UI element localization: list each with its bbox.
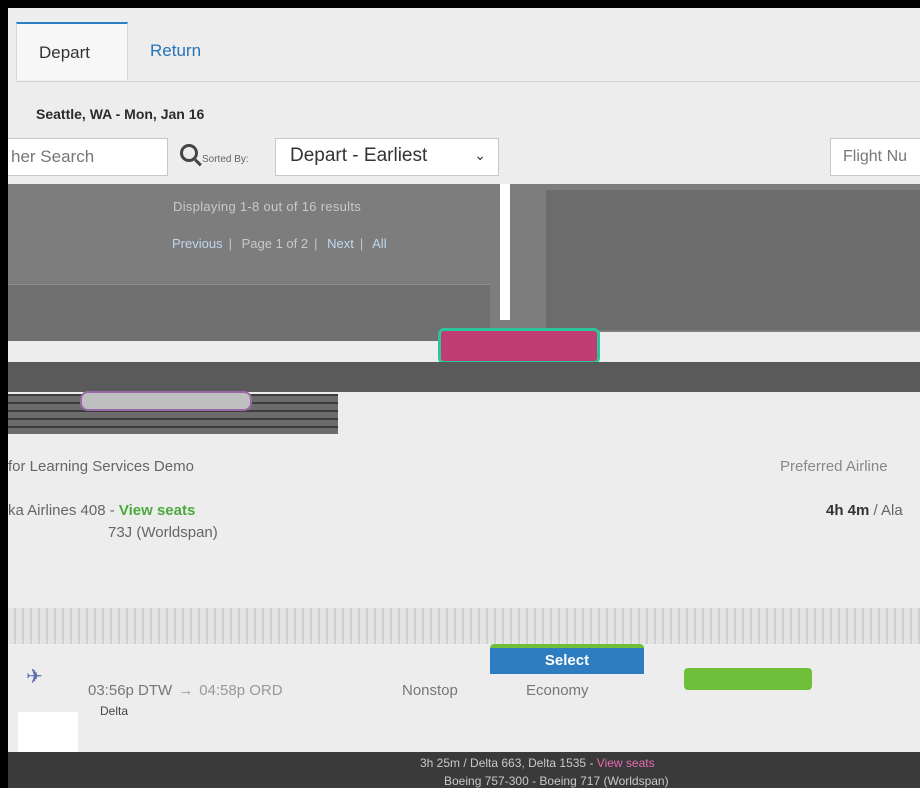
arrow-right-icon: → xyxy=(178,682,194,699)
filter-bar: her Search Sorted By: Depart - Earliest … xyxy=(8,136,920,184)
cabin-class: Economy xyxy=(526,682,589,699)
route-heading: Seattle, WA - Mon, Jan 16 xyxy=(36,106,205,122)
segment-times: 03:56p DTW → 04:58p ORD xyxy=(88,682,283,699)
flight-number: ka Airlines 408 - xyxy=(8,502,119,519)
tab-return[interactable]: Return xyxy=(128,22,222,80)
stops: Nonstop xyxy=(402,682,458,699)
sort-label: Sorted By: xyxy=(202,154,249,165)
search-icon[interactable] xyxy=(180,144,198,162)
map-panel xyxy=(546,190,920,330)
fare-pill[interactable] xyxy=(80,391,252,411)
band-divider xyxy=(500,184,510,320)
search-input[interactable]: her Search xyxy=(8,138,168,176)
result-row-strip xyxy=(8,362,920,392)
tabs-divider xyxy=(16,81,920,82)
carrier-name: Delta xyxy=(100,704,129,718)
sort-select-value: Depart - Earliest xyxy=(290,145,428,166)
segment-details: 3h 25m / Delta 663, Delta 1535 - View se… xyxy=(420,756,655,770)
preferred-airline-badge: Preferred Airline xyxy=(780,458,888,475)
fare-button[interactable] xyxy=(684,668,812,690)
previous-link[interactable]: Previous xyxy=(172,236,223,251)
depart-time: 03:56p DTW xyxy=(88,682,173,699)
agency-name: for Learning Services Demo xyxy=(8,458,194,475)
flight-info: ka Airlines 408 - View seats xyxy=(8,502,195,519)
segment-details-text: 3h 25m / Delta 663, Delta 1535 - xyxy=(420,756,597,770)
pager: Previous | Page 1 of 2 | Next | All xyxy=(172,236,387,251)
equipment: 73J (Worldspan) xyxy=(108,524,218,541)
view-seats-link-2[interactable]: View seats xyxy=(597,756,655,770)
arrive-time: 04:58p ORD xyxy=(199,682,283,699)
duration-value: 4h 4m xyxy=(826,502,870,519)
paging-info: Displaying 1-8 out of 16 results xyxy=(173,199,362,214)
highlighted-select-button[interactable] xyxy=(438,328,600,364)
segment-equipment: Boeing 757-300 - Boeing 717 (Worldspan) xyxy=(444,774,669,788)
airline-logo xyxy=(18,712,78,752)
airplane-icon: ✈ xyxy=(26,666,43,688)
duration-airline: / Ala xyxy=(869,502,903,519)
select-button[interactable]: Select xyxy=(490,644,644,674)
flight-results-panel: Depart Return Seattle, WA - Mon, Jan 16 … xyxy=(8,8,920,788)
all-link[interactable]: All xyxy=(372,236,386,251)
chevron-down-icon: ⌄ xyxy=(474,147,486,163)
view-seats-link[interactable]: View seats xyxy=(119,502,195,519)
flight-number-input[interactable]: Flight Nu xyxy=(830,138,920,176)
segment-header-strip xyxy=(8,608,920,644)
sort-select[interactable]: Depart - Earliest ⌄ xyxy=(275,138,499,176)
trip-duration: 4h 4m / Ala xyxy=(826,502,903,519)
next-link[interactable]: Next xyxy=(327,236,354,251)
page-indicator: Page 1 of 2 xyxy=(241,236,309,251)
tab-depart[interactable]: Depart xyxy=(16,22,128,80)
results-toolbar xyxy=(8,284,490,341)
